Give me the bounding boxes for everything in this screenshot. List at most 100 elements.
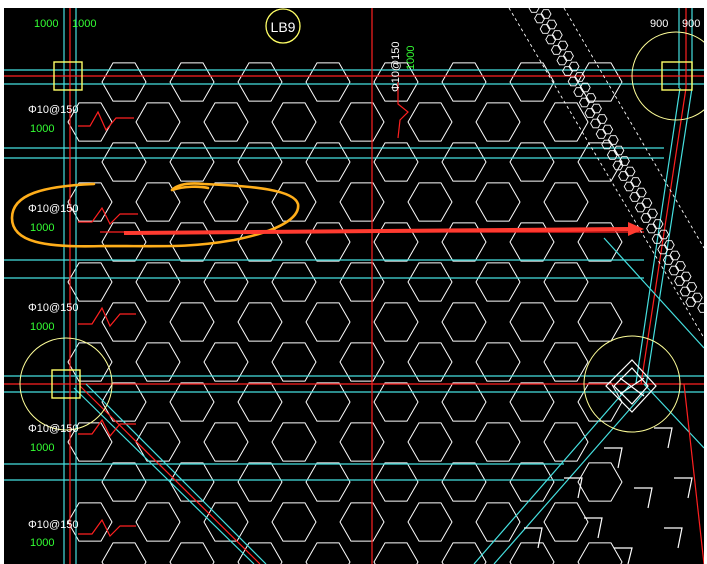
hex-cell xyxy=(101,542,147,564)
hex-cell xyxy=(305,302,351,342)
hex-cell xyxy=(441,462,487,502)
hex-cell xyxy=(169,222,215,262)
hex-cell xyxy=(407,182,453,222)
hex-cell xyxy=(543,342,589,382)
hex-cell xyxy=(441,382,487,422)
rebar-label-row-4: Φ10@150 xyxy=(28,423,79,435)
dim-label-top-right-2: 900 xyxy=(682,18,700,30)
hex-cell xyxy=(169,62,215,102)
hex-cell xyxy=(237,382,283,422)
hex-cell xyxy=(509,62,555,102)
dim-label-top-left-1: 1000 xyxy=(34,18,58,30)
cad-drawing: LB9 1000 1000 900 900 Φ10@150 1000 Φ10@1… xyxy=(4,3,707,564)
stair-marks xyxy=(524,427,693,564)
hex-cell xyxy=(509,462,555,502)
hex-cell xyxy=(475,182,521,222)
hex-cell xyxy=(543,422,589,462)
rebar-label-row-1: Φ10@150 xyxy=(28,104,79,116)
hex-cell xyxy=(203,262,249,302)
hex-cell xyxy=(373,222,419,262)
hex-cell xyxy=(305,142,351,182)
cad-viewport: LB9 1000 1000 900 900 Φ10@150 1000 Φ10@1… xyxy=(0,0,707,564)
hex-cell xyxy=(339,182,385,222)
hex-cell xyxy=(237,542,283,564)
rebar-length-row-5: 1000 xyxy=(30,537,54,549)
dim-label-top-left-2: 1000 xyxy=(72,18,96,30)
hex-cell xyxy=(441,302,487,342)
hex-cell xyxy=(339,422,385,462)
hex-cell xyxy=(169,542,215,564)
hex-cell xyxy=(407,262,453,302)
hex-cell xyxy=(135,342,181,382)
hex-cell xyxy=(407,342,453,382)
rebar-label-row-5: Φ10@150 xyxy=(28,519,79,531)
hex-cell xyxy=(475,102,521,142)
hex-cell xyxy=(305,222,351,262)
hex-cell xyxy=(135,262,181,302)
hex-cell xyxy=(373,142,419,182)
rebar-hooks xyxy=(78,82,409,538)
hex-cell xyxy=(339,342,385,382)
hex-cell xyxy=(135,102,181,142)
hex-cell xyxy=(271,342,317,382)
hex-cell xyxy=(339,262,385,302)
hex-cell xyxy=(101,62,147,102)
rebar-length-row-3: 1000 xyxy=(30,321,54,333)
hex-cell xyxy=(237,302,283,342)
rebar-length-vertical: 1000 xyxy=(405,46,417,70)
rebar-length-row-4: 1000 xyxy=(30,442,54,454)
hex-cell xyxy=(509,542,555,564)
rebar-length-row-1: 1000 xyxy=(30,123,54,135)
hex-cell xyxy=(203,102,249,142)
hex-cell xyxy=(169,302,215,342)
hex-cell xyxy=(339,102,385,142)
hex-cell xyxy=(373,302,419,342)
hex-cell xyxy=(67,342,113,382)
hex-cell xyxy=(475,342,521,382)
hex-cell xyxy=(305,542,351,564)
drawing-canvas[interactable]: LB9 1000 1000 900 900 Φ10@150 1000 Φ10@1… xyxy=(4,3,707,564)
hex-cell xyxy=(135,502,181,542)
rebar-label-vertical: Φ10@150 xyxy=(390,41,402,92)
hex-cell xyxy=(407,502,453,542)
hex-cell xyxy=(509,142,555,182)
hex-cell xyxy=(441,542,487,564)
beam-lines-horizontal xyxy=(4,8,704,564)
hex-cell xyxy=(577,462,623,502)
hex-cell xyxy=(441,142,487,182)
hex-cell xyxy=(543,102,589,142)
hex-cell xyxy=(373,462,419,502)
hex-cell xyxy=(373,382,419,422)
hex-cell xyxy=(101,142,147,182)
hex-cell xyxy=(697,303,707,313)
hex-cell xyxy=(509,382,555,422)
axis-bubble-label: LB9 xyxy=(271,19,296,35)
rebar-label-row-3: Φ10@150 xyxy=(28,302,79,314)
hex-cell xyxy=(373,542,419,564)
hex-cell xyxy=(543,182,589,222)
hex-cell xyxy=(475,422,521,462)
hex-cell xyxy=(407,422,453,462)
rebar-length-row-2: 1000 xyxy=(30,222,54,234)
hex-cell xyxy=(339,502,385,542)
hex-cell xyxy=(101,462,147,502)
hex-cell xyxy=(101,222,147,262)
hex-cell xyxy=(543,262,589,302)
hex-cell xyxy=(271,502,317,542)
hex-cell xyxy=(169,382,215,422)
hex-cell xyxy=(237,462,283,502)
hex-cell xyxy=(577,302,623,342)
hex-cell xyxy=(237,142,283,182)
hex-cell xyxy=(475,262,521,302)
hex-cell xyxy=(441,62,487,102)
hex-cell xyxy=(305,462,351,502)
hex-cell xyxy=(577,62,623,102)
hex-cell xyxy=(271,102,317,142)
hex-cell xyxy=(67,262,113,302)
hex-cell xyxy=(475,502,521,542)
hex-cell xyxy=(237,62,283,102)
hex-cell xyxy=(271,262,317,302)
hex-cell xyxy=(577,542,623,564)
hex-cell xyxy=(305,62,351,102)
hex-cell xyxy=(543,502,589,542)
